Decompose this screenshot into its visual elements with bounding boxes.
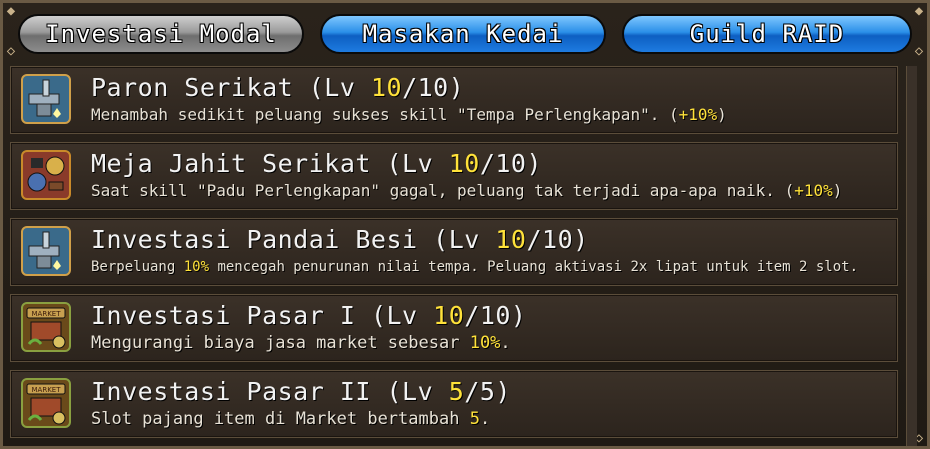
item-description: Mengurangi biaya jasa market sebesar 10%…: [91, 333, 511, 353]
list-item[interactable]: MARKET Investasi Pasar I (Lv 10/10) Meng…: [10, 294, 898, 362]
list-item[interactable]: MARKET Investasi Pasar II (Lv 5/5) Slot …: [10, 370, 898, 438]
list-item[interactable]: Meja Jahit Serikat (Lv 10/10) Saat skill…: [10, 142, 898, 210]
corner-ornament-icon: ◆: [6, 3, 16, 19]
item-title: Investasi Pasar II (Lv 5/5): [91, 377, 511, 406]
market-chest-icon: MARKET: [21, 302, 71, 352]
sewing-table-icon: [21, 150, 71, 200]
market-sign-text: MARKET: [32, 310, 62, 318]
scrollbar[interactable]: [906, 66, 917, 446]
tab-investasi-modal[interactable]: Investasi Modal: [18, 14, 304, 54]
tab-guild-raid[interactable]: Guild RAID: [622, 14, 912, 54]
list-item[interactable]: Investasi Pandai Besi (Lv 10/10) Berpelu…: [10, 218, 898, 286]
item-title: Investasi Pasar I (Lv 10/10): [91, 301, 527, 330]
item-title: Paron Serikat (Lv 10/10): [91, 73, 465, 102]
corner-ornament-icon: ◇: [6, 43, 16, 59]
tab-bar: Investasi Modal Masakan Kedai Guild RAID: [18, 14, 912, 56]
corner-ornament-icon: ◆: [914, 3, 924, 19]
tab-masakan-kedai[interactable]: Masakan Kedai: [320, 14, 606, 54]
item-description: Saat skill "Padu Perlengkapan" gagal, pe…: [91, 181, 843, 200]
corner-ornament-icon: ◇: [914, 43, 924, 59]
anvil-icon: [21, 74, 71, 124]
item-title: Investasi Pandai Besi (Lv 10/10): [91, 225, 589, 254]
item-title: Meja Jahit Serikat (Lv 10/10): [91, 149, 543, 178]
market-sign-text: MARKET: [32, 386, 62, 394]
item-description: Berpeluang 10% mencegah penurunan nilai …: [91, 259, 859, 275]
list-item[interactable]: Paron Serikat (Lv 10/10) Menambah sediki…: [10, 66, 898, 134]
anvil-icon: [21, 226, 71, 276]
item-description: Slot pajang item di Market bertambah 5.: [91, 409, 491, 429]
market-chest-icon: MARKET: [21, 378, 71, 428]
item-description: Menambah sedikit peluang sukses skill "T…: [91, 105, 727, 124]
